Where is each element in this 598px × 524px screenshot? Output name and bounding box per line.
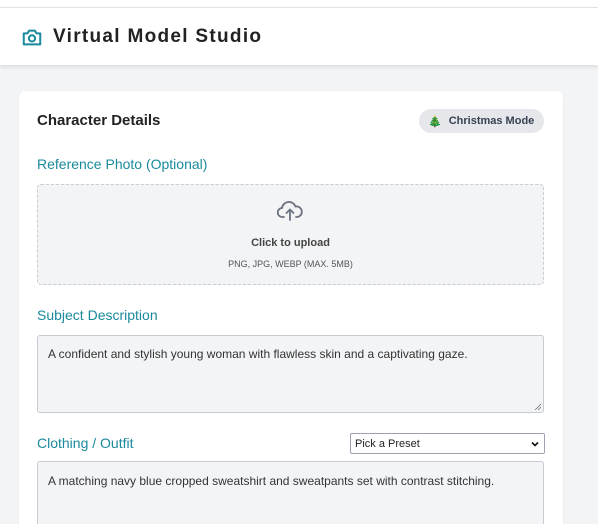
clothing-outfit-label: Clothing / Outfit [37, 435, 134, 451]
christmas-mode-toggle[interactable]: 🎄 Christmas Mode [419, 109, 544, 133]
subject-description-input[interactable]: A confident and stylish young woman with… [37, 335, 544, 413]
christmas-tree-icon: 🎄 [428, 115, 442, 128]
christmas-mode-label: Christmas Mode [448, 115, 535, 127]
character-details-card: Character Details 🎄 Christmas Mode Refer… [19, 91, 563, 524]
upload-hint: PNG, JPG, WEBP (MAX. 5MB) [228, 259, 353, 269]
reference-photo-label: Reference Photo (Optional) [37, 156, 208, 172]
reference-photo-dropzone[interactable]: Click to upload PNG, JPG, WEBP (MAX. 5MB… [37, 184, 544, 285]
app-title: Virtual Model Studio [53, 26, 263, 47]
chevron-down-icon [531, 441, 539, 447]
outfit-preset-select[interactable]: Pick a Preset [350, 433, 545, 454]
cloud-upload-icon [276, 201, 303, 221]
upload-title: Click to upload [251, 237, 330, 249]
app-header: Virtual Model Studio [0, 8, 598, 65]
subject-description-text: A confident and stylish young woman with… [48, 347, 468, 361]
outfit-preset-value: Pick a Preset [355, 437, 420, 450]
card-title: Character Details [37, 112, 161, 129]
camera-icon [22, 29, 42, 46]
clothing-outfit-input[interactable]: A matching navy blue cropped sweatshirt … [37, 461, 544, 524]
top-border [0, 0, 598, 8]
subject-description-label: Subject Description [37, 307, 158, 323]
clothing-outfit-text: A matching navy blue cropped sweatshirt … [48, 474, 495, 488]
resize-handle-icon[interactable] [534, 403, 541, 410]
